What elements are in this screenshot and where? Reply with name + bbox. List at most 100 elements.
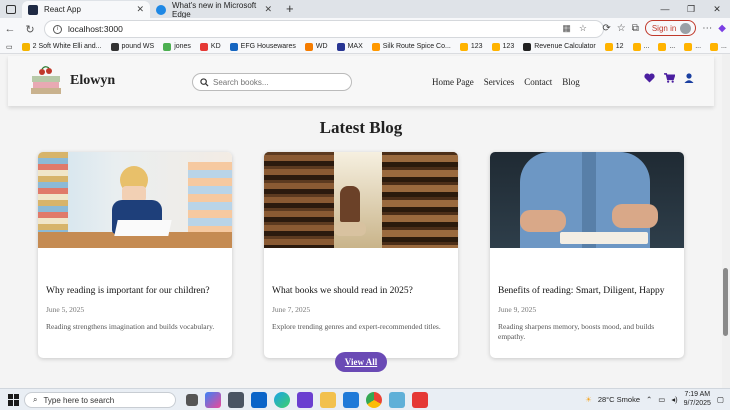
nav-blog[interactable]: Blog [562,77,580,87]
heart-icon[interactable] [644,73,655,83]
scrollbar-thumb[interactable] [723,268,728,336]
react-favicon-icon [28,4,38,15]
toolbar-right: ⟳ ☆ ⧉ Sign in ⋯ ◆ [602,20,726,36]
wps-office-icon[interactable] [412,392,428,408]
bookmark-item[interactable]: ... [658,42,675,51]
sign-in-button[interactable]: Sign in [644,20,697,36]
maximize-icon[interactable]: ❐ [678,0,704,18]
site-info-icon[interactable]: i [53,24,62,34]
bookmark-item[interactable]: WD [304,42,328,51]
library-reading-image [264,152,458,248]
copilot-icon[interactable]: ◆ [718,23,726,34]
windows-start-icon[interactable] [8,393,20,406]
man-reading-image [490,152,684,248]
taskbar-apps [186,392,428,408]
task-view-icon[interactable] [186,394,198,406]
photos-icon[interactable] [228,392,244,408]
blog-card[interactable]: What books we should read in 2025? June … [264,152,458,358]
brand-name[interactable]: Elowyn [70,73,115,89]
bookmark-item[interactable]: 2 Soft White Elli and... [21,42,102,51]
refresh-icon[interactable]: ↻ [20,23,40,36]
view-all-button[interactable]: View All [335,352,387,372]
url-text: localhost:3000 [68,24,123,34]
outlook-icon[interactable] [251,392,267,408]
bookmark-label: EFG Housewares [240,43,296,50]
omnibox-actions: ▦☆ [562,23,595,34]
chrome-icon[interactable] [366,392,382,408]
vscode-icon[interactable] [343,392,359,408]
post-title[interactable]: Why reading is important for our childre… [46,286,210,296]
tab-title: What's new in Microsoft Edge [172,0,257,19]
network-icon[interactable]: ▭ [658,395,665,404]
read-aloud-icon[interactable]: ▦ [562,23,579,33]
bookmark-item[interactable]: pound WS [110,42,155,51]
bookmark-favicon-icon [229,42,238,51]
close-tab-icon[interactable]: ✕ [136,4,144,15]
bookmark-item[interactable]: 123 [459,42,483,51]
cart-icon[interactable] [664,73,675,83]
system-tray: ☀ 28°C Smoke ⌃ ▭ ◂) 7:19 AM 9/7/2025 ▢ [585,390,724,408]
favorite-star-icon[interactable]: ☆ [579,23,595,33]
tray-chevron-icon[interactable]: ⌃ [646,395,652,404]
book-stack-logo-icon[interactable] [28,64,64,100]
weather-sun-icon[interactable]: ☀ [585,395,592,404]
bookmark-item[interactable]: KD [199,42,221,51]
search-input[interactable] [213,77,343,87]
main-nav: Home Page Services Contact Blog [432,77,580,87]
bookmark-item[interactable]: ... [710,42,727,51]
media-player-icon[interactable] [297,392,313,408]
edge-icon[interactable] [274,392,290,408]
volume-icon[interactable]: ◂) [671,395,677,404]
nav-contact[interactable]: Contact [524,77,552,87]
bookmark-favicon-icon [459,42,468,51]
blog-card[interactable]: Benefits of reading: Smart, Diligent, Ha… [490,152,684,358]
close-tab-icon[interactable]: ✕ [264,4,272,15]
file-explorer-icon[interactable] [320,392,336,408]
tab-react-app[interactable]: React App ✕ [22,1,150,18]
weather-text[interactable]: 28°C Smoke [598,395,640,404]
bookmark-item[interactable]: Revenue Calculator [523,42,596,51]
tab-actions-icon[interactable] [0,0,22,18]
more-menu-icon[interactable]: ⋯ [702,23,712,34]
post-title[interactable]: Benefits of reading: Smart, Diligent, Ha… [498,286,664,296]
nav-services[interactable]: Services [484,77,515,87]
clock[interactable]: 7:19 AM 9/7/2025 [684,390,711,408]
tab-edge-whats-new[interactable]: What's new in Microsoft Edge ✕ [150,0,278,19]
bookmark-item[interactable]: EFG Housewares [229,42,296,51]
collections-icon[interactable]: ⧉ [632,23,639,34]
back-icon[interactable]: ← [0,23,20,35]
close-window-icon[interactable]: ✕ [704,0,730,18]
bookmark-label: ... [695,43,702,50]
notification-icon[interactable]: ▢ [717,395,724,404]
copilot-app-icon[interactable] [205,392,221,408]
bookmark-label: 2 Soft White Elli and... [32,43,102,50]
page-scrollbar[interactable] [722,54,730,388]
search-box[interactable] [192,73,352,91]
bookmark-favicon-icon [523,42,532,51]
header-icons [644,73,694,83]
bookmark-item[interactable]: MAX [336,42,363,51]
window-controls: — ❐ ✕ [652,0,730,18]
post-title[interactable]: What books we should read in 2025? [272,286,413,296]
blog-card[interactable]: Why reading is important for our childre… [38,152,232,358]
bookmark-label: pound WS [121,43,155,50]
bookmark-item[interactable]: 123 [491,42,515,51]
bookmark-label: ... [721,43,727,50]
minimize-icon[interactable]: — [652,0,678,18]
address-bar[interactable]: i localhost:3000 ▦☆ [44,20,604,38]
favorites-icon[interactable]: ☆ [617,23,626,34]
bookmark-item[interactable]: 12 [604,42,624,51]
bookmark-item[interactable]: ... [684,42,702,51]
new-tab-button[interactable]: + [278,1,302,18]
bookmark-item[interactable]: jones [163,42,191,51]
bookmark-item[interactable]: ... [632,42,649,51]
nav-home-page[interactable]: Home Page [432,77,474,87]
bookmarks-menu-icon[interactable]: ▭ [6,43,13,51]
bookmark-item[interactable]: Silk Route Spice Co... [371,42,451,51]
bookmark-label: 123 [502,43,515,50]
extensions-icon[interactable]: ⟳ [602,23,610,34]
taskbar-search[interactable]: ⌕ Type here to search [24,392,176,408]
notepad-icon[interactable] [389,392,405,408]
browser-tab-strip: React App ✕ What's new in Microsoft Edge… [0,0,730,19]
user-icon[interactable] [684,73,694,83]
